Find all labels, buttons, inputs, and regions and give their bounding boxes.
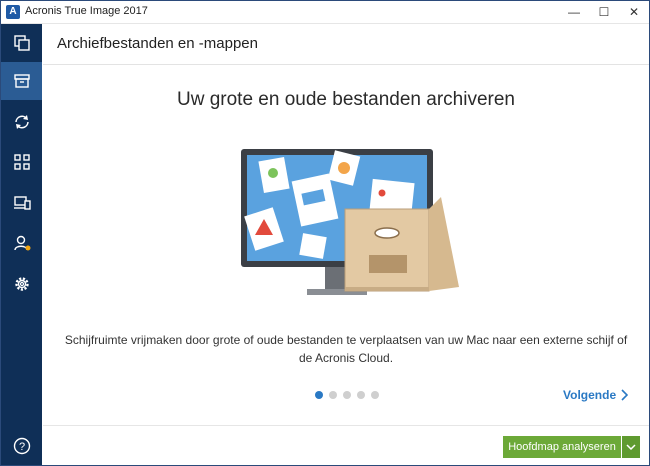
settings-icon: [14, 277, 29, 291]
pager-dot[interactable]: [343, 391, 351, 399]
page-title: Archiefbestanden en -mappen: [57, 35, 258, 52]
next-link[interactable]: Volgende: [563, 388, 629, 402]
sync-icon: [14, 115, 29, 129]
archive-illustration: [241, 149, 459, 295]
pager-dot[interactable]: [371, 391, 379, 399]
chevron-right-icon: [621, 389, 629, 401]
devices-icon: [13, 196, 31, 210]
analyze-options-dropdown[interactable]: [622, 436, 640, 458]
main-content: Uw grote en oude bestanden archiveren Sc…: [43, 65, 649, 425]
help-icon: ?: [13, 437, 30, 455]
pager-dots: [315, 391, 379, 401]
sidebar: ?: [1, 24, 42, 465]
sidebar-item-devices[interactable]: [1, 184, 42, 222]
pager-dot[interactable]: [315, 391, 323, 399]
sidebar-item-dashboard[interactable]: [1, 143, 42, 181]
pager-dot[interactable]: [329, 391, 337, 399]
maximize-button[interactable]: ☐: [589, 1, 619, 23]
backup-icon: [13, 35, 30, 51]
sidebar-item-backup[interactable]: [1, 24, 42, 62]
sidebar-item-settings[interactable]: [1, 265, 42, 303]
dashboard-icon: [13, 154, 30, 170]
page-header: Archiefbestanden en -mappen: [43, 24, 649, 65]
pager-dot[interactable]: [357, 391, 365, 399]
window-title: Acronis True Image 2017: [25, 5, 148, 17]
footer: Hoofdmap analyseren: [43, 425, 649, 465]
next-label: Volgende: [563, 388, 617, 402]
archive-icon: [13, 74, 30, 88]
account-icon: [13, 235, 30, 251]
main-heading: Uw grote en oude bestanden archiveren: [176, 89, 515, 110]
sidebar-item-archive[interactable]: [1, 62, 42, 100]
acronis-logo-icon: A: [6, 5, 20, 19]
title-bar: A Acronis True Image 2017 — ☐ ✕: [1, 1, 649, 24]
sidebar-item-help[interactable]: ?: [1, 427, 42, 465]
minimize-button[interactable]: —: [559, 1, 589, 23]
sidebar-item-sync[interactable]: [1, 103, 42, 141]
close-button[interactable]: ✕: [619, 1, 649, 23]
svg-text:?: ?: [18, 441, 24, 453]
app-window: A Acronis True Image 2017 — ☐ ✕ ? Archie…: [0, 0, 650, 466]
sidebar-item-account[interactable]: [1, 224, 42, 262]
chevron-down-icon: [626, 444, 636, 450]
description-text: Schijfruimte vrijmaken door grote of oud…: [64, 333, 628, 365]
analyze-root-folder-button[interactable]: Hoofdmap analyseren: [503, 436, 621, 458]
